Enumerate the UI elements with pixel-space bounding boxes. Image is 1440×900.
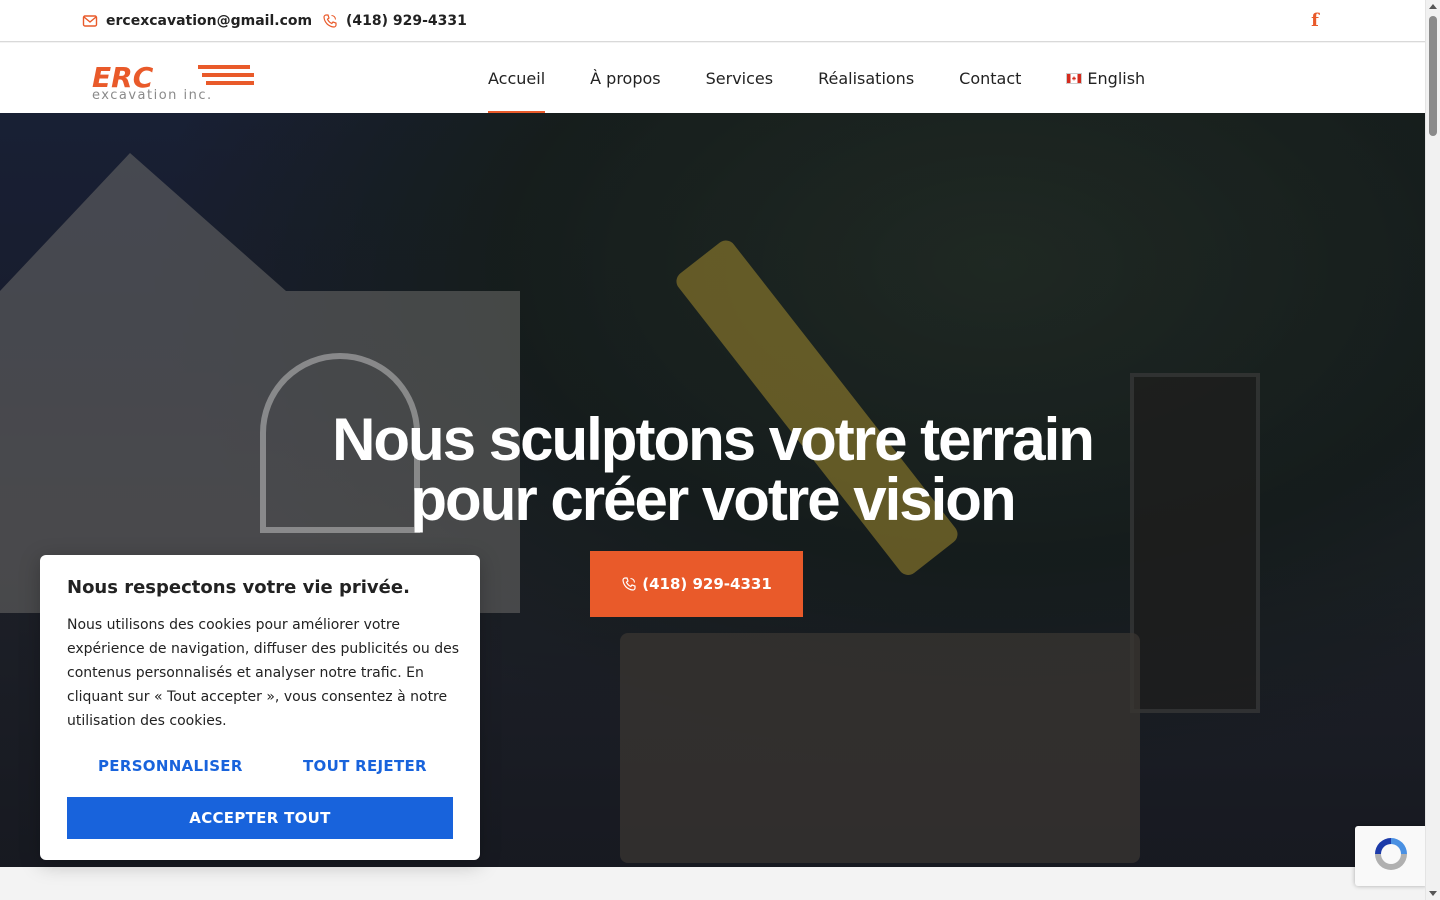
email-text: ercexcavation@gmail.com bbox=[106, 13, 313, 29]
top-bar: ercexcavation@gmail.com (418) 929-4331 f bbox=[0, 0, 1425, 42]
page-scrollbar[interactable] bbox=[1425, 0, 1440, 900]
cookie-consent-dialog: Nous respectons votre vie privée. Nous u… bbox=[40, 555, 480, 860]
erc-logo[interactable]: ERC excavation inc. bbox=[90, 61, 260, 103]
language-label: English bbox=[1087, 68, 1146, 88]
scroll-up-icon[interactable] bbox=[1429, 4, 1437, 9]
reject-all-button[interactable]: TOUT REJETER bbox=[303, 757, 427, 775]
recaptcha-badge[interactable] bbox=[1355, 826, 1427, 886]
recaptcha-icon bbox=[1371, 834, 1411, 878]
phone-text: (418) 929-4331 bbox=[346, 13, 467, 29]
facebook-icon[interactable]: f bbox=[1305, 10, 1325, 32]
nav-item-services[interactable]: Services bbox=[706, 43, 773, 113]
nav-item-realisations[interactable]: Réalisations bbox=[818, 43, 914, 113]
hero-title: Nous sculptons votre terrain pour créer … bbox=[0, 410, 1425, 530]
customize-button[interactable]: PERSONNALISER bbox=[98, 757, 243, 775]
logo-subtext: excavation inc. bbox=[92, 88, 213, 101]
nav-item-a-propos[interactable]: À propos bbox=[590, 43, 660, 113]
canada-flag-icon bbox=[1066, 72, 1083, 84]
hero-title-line1: Nous sculptons votre terrain bbox=[332, 406, 1095, 473]
cookie-body: Nous utilisons des cookies pour améliore… bbox=[67, 617, 459, 729]
hero-excavator-body-image bbox=[620, 633, 1140, 863]
nav-item-accueil[interactable]: Accueil bbox=[488, 43, 546, 113]
main-nav: Accueil À propos Services Réalisations C… bbox=[488, 43, 1145, 113]
hero-house-image bbox=[0, 153, 520, 613]
cookie-title: Nous respectons votre vie privée. bbox=[67, 577, 410, 598]
mail-icon bbox=[82, 13, 98, 29]
call-button-label: (418) 929-4331 bbox=[642, 575, 772, 593]
call-button[interactable]: (418) 929-4331 bbox=[590, 551, 803, 617]
accept-all-button[interactable]: ACCEPTER TOUT bbox=[67, 797, 453, 839]
language-switcher[interactable]: English bbox=[1066, 43, 1145, 113]
scroll-down-icon[interactable] bbox=[1429, 891, 1437, 896]
email-link[interactable]: ercexcavation@gmail.com bbox=[82, 0, 312, 42]
site-header: ERC excavation inc. Accueil À propos Ser… bbox=[0, 43, 1425, 113]
hero-title-line2: pour créer votre vision bbox=[410, 466, 1016, 533]
phone-link[interactable]: (418) 929-4331 bbox=[322, 0, 467, 42]
nav-item-contact[interactable]: Contact bbox=[959, 43, 1021, 113]
phone-icon bbox=[621, 576, 637, 592]
phone-icon bbox=[322, 13, 338, 29]
scrollbar-thumb[interactable] bbox=[1429, 16, 1437, 136]
